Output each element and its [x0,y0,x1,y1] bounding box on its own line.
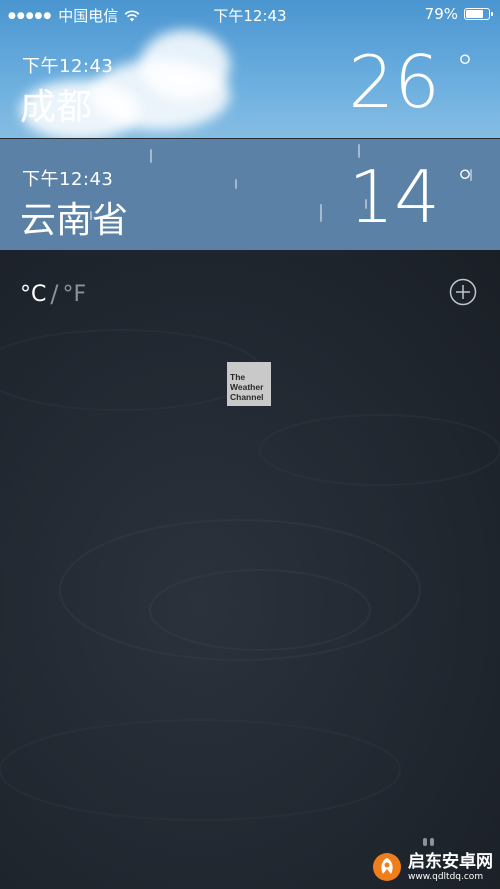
degree-symbol: ° [456,163,474,204]
watermark-text: 启东安卓网 www.qdltdq.com [408,852,493,882]
city-name: 云南省 [20,200,129,241]
status-right: 79% [424,5,493,23]
battery-fill [466,10,483,18]
rain-streak [320,204,322,222]
celsius-option[interactable]: °C [20,282,46,307]
rain-streak [150,149,152,163]
page-indicator-icon[interactable] [422,836,436,848]
water-background [0,250,500,889]
city-temperature: 14 [348,155,440,239]
status-bar: ●●●●● 中国电信 下午12:43 79% [0,0,500,28]
city-name: 成都 [20,87,93,128]
water-ripples [0,329,500,821]
add-city-button[interactable] [449,278,477,306]
watermark-url: www.qdltdq.com [408,872,484,882]
watermark-title: 启东安卓网 [408,852,493,872]
watermark-logo-icon [373,853,401,881]
unit-separator: / [50,280,59,308]
cloud-decoration [140,30,230,100]
city-temperature: 26 [348,40,440,124]
degree-symbol: ° [456,48,474,89]
rain-streak [235,179,237,189]
city-row-yunnan[interactable]: 下午12:43 云南省 14 ° [0,139,500,250]
logo-line: The [230,372,246,382]
weather-channel-logo[interactable]: The Weather Channel [227,362,271,406]
battery-icon [464,8,493,20]
logo-line: Weather [230,382,264,392]
unit-toggle[interactable]: °C / °F [20,280,86,308]
battery-percent: 79% [424,5,458,23]
site-watermark: 启东安卓网 www.qdltdq.com [372,852,493,882]
city-local-time: 下午12:43 [22,56,114,77]
logo-line: Channel [230,392,264,402]
city-local-time: 下午12:43 [22,169,114,190]
fahrenheit-option[interactable]: °F [62,282,86,307]
